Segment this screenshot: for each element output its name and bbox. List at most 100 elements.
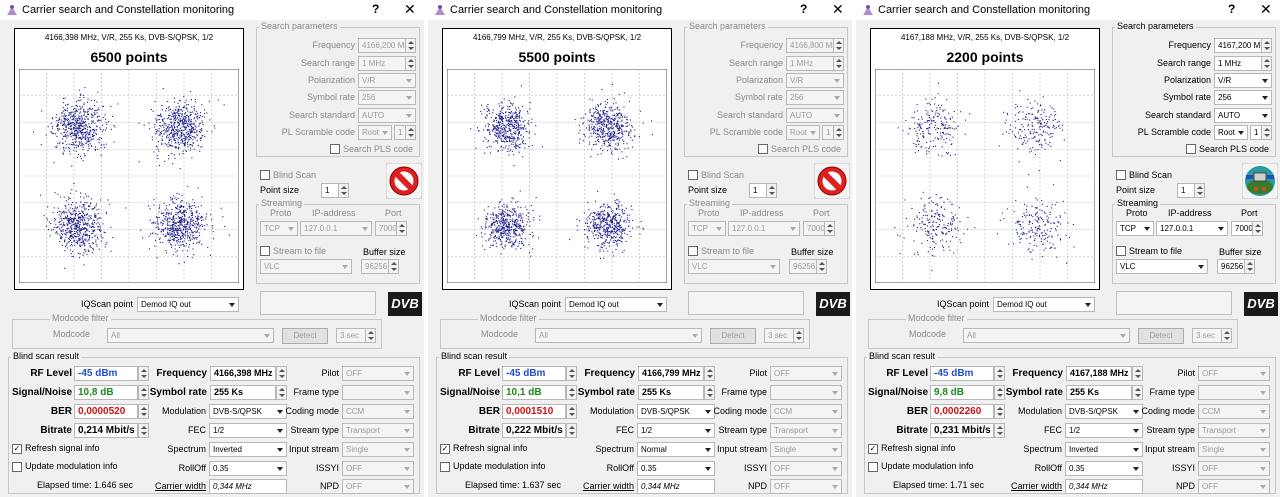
signal-noise-spin[interactable] — [566, 385, 577, 400]
frequency-spin[interactable] — [833, 38, 844, 53]
rf-level-spin[interactable] — [566, 366, 577, 381]
detect-time-field[interactable]: 3 sec — [336, 328, 366, 343]
stream-to-file-checkbox[interactable] — [688, 246, 698, 256]
frequency-result-spin[interactable] — [704, 366, 715, 381]
fec-select[interactable]: 1/2 — [209, 423, 287, 438]
search-pls-checkbox[interactable] — [330, 144, 340, 154]
bitrate-spin[interactable] — [138, 423, 149, 438]
modulation-select[interactable]: DVB-S/QPSK — [637, 404, 715, 419]
frequency-result-spin[interactable] — [276, 366, 287, 381]
issyi-select[interactable]: OFF — [770, 461, 842, 476]
pl-scramble-mode-select[interactable]: Root — [358, 125, 392, 140]
pl-scramble-spin[interactable] — [405, 125, 416, 140]
frequency-field[interactable]: 4166,800 MHz — [786, 38, 834, 53]
pilot-select[interactable]: OFF — [342, 366, 414, 381]
point-size-spin[interactable] — [338, 183, 349, 198]
detect-button[interactable]: Detect — [710, 328, 756, 344]
carrier-width-label[interactable]: Carrier width — [155, 481, 206, 491]
search-range-spin[interactable] — [833, 56, 844, 71]
close-button[interactable]: ✕ — [832, 1, 844, 18]
update-modulation-checkbox[interactable] — [12, 462, 22, 472]
bitrate-spin[interactable] — [566, 423, 577, 438]
buffer-size-field[interactable]: 96256 — [789, 259, 817, 274]
carrier-width-label[interactable]: Carrier width — [583, 481, 634, 491]
point-size-field[interactable]: 1 — [749, 183, 767, 198]
blind-scan-checkbox[interactable] — [688, 170, 698, 180]
pl-scramble-spin[interactable] — [833, 125, 844, 140]
modcode-select[interactable]: All — [535, 328, 702, 343]
pilot-select[interactable]: OFF — [770, 366, 842, 381]
buffer-size-spin[interactable] — [388, 259, 399, 274]
detect-button[interactable]: Detect — [282, 328, 328, 344]
help-button[interactable]: ? — [1228, 2, 1235, 16]
proto-select[interactable]: TCP — [260, 221, 298, 236]
stream-to-file-checkbox[interactable] — [260, 246, 270, 256]
input-stream-select[interactable]: Single — [342, 442, 414, 457]
frame-type-select[interactable] — [770, 385, 842, 400]
stream-type-select[interactable]: Transport — [342, 423, 414, 438]
rolloff-select[interactable]: 0.35 — [637, 461, 715, 476]
close-button[interactable]: ✕ — [1260, 1, 1272, 18]
polarization-select[interactable]: V/R — [786, 73, 844, 88]
ber-spin[interactable] — [566, 404, 577, 419]
ip-address-field[interactable]: 127.0.0.1 — [728, 221, 800, 236]
blind-scan-checkbox[interactable] — [260, 170, 270, 180]
symbol-rate-result-spin[interactable] — [276, 385, 287, 400]
search-range-field[interactable]: 1 MHz — [786, 56, 834, 71]
detect-time-spin[interactable] — [365, 328, 376, 343]
search-range-field[interactable]: 1 MHz — [358, 56, 406, 71]
iq-scan-select[interactable]: Demod IQ out — [565, 297, 667, 312]
coding-mode-select[interactable]: CCM — [342, 404, 414, 419]
search-standard-select[interactable]: AUTO — [358, 108, 416, 123]
proto-select[interactable]: TCP — [688, 221, 726, 236]
refresh-signal-checkbox[interactable]: ✓ — [440, 444, 450, 454]
issyi-select[interactable]: OFF — [342, 461, 414, 476]
help-button[interactable]: ? — [800, 2, 807, 16]
signal-noise-spin[interactable] — [138, 385, 149, 400]
port-field[interactable]: 7000 — [375, 221, 397, 236]
modcode-select[interactable]: All — [107, 328, 274, 343]
stop-icon[interactable] — [814, 163, 850, 199]
npd-select[interactable]: OFF — [770, 479, 842, 494]
search-standard-select[interactable]: AUTO — [786, 108, 844, 123]
symbol-rate-result-spin[interactable] — [704, 385, 715, 400]
spectrum-select[interactable]: Inverted — [209, 442, 287, 457]
buffer-size-field[interactable]: 96256 — [361, 259, 389, 274]
search-pls-checkbox[interactable] — [758, 144, 768, 154]
coding-mode-select[interactable]: CCM — [770, 404, 842, 419]
stream-type-select[interactable]: Transport — [770, 423, 842, 438]
point-size-spin[interactable] — [766, 183, 777, 198]
ip-address-field[interactable]: 127.0.0.1 — [300, 221, 372, 236]
iq-scan-select[interactable]: Demod IQ out — [137, 297, 239, 312]
ber-spin[interactable] — [138, 404, 149, 419]
player-select[interactable]: VLC — [260, 259, 352, 274]
port-spin[interactable] — [396, 221, 407, 236]
polarization-select[interactable]: V/R — [358, 73, 416, 88]
point-size-field[interactable]: 1 — [321, 183, 339, 198]
frame-type-select[interactable] — [342, 385, 414, 400]
modulation-select[interactable]: DVB-S/QPSK — [209, 404, 287, 419]
stop-icon[interactable] — [386, 163, 422, 199]
rf-level-spin[interactable] — [138, 366, 149, 381]
detect-time-spin[interactable] — [793, 328, 804, 343]
update-modulation-checkbox[interactable] — [440, 462, 450, 472]
help-button[interactable]: ? — [372, 2, 379, 16]
pl-scramble-mode-select[interactable]: Root — [786, 125, 820, 140]
npd-select[interactable]: OFF — [342, 479, 414, 494]
detect-time-field[interactable]: 3 sec — [764, 328, 794, 343]
symbol-rate-select[interactable]: 256 — [358, 90, 416, 105]
rolloff-select[interactable]: 0.35 — [209, 461, 287, 476]
spectrum-select[interactable]: Normal — [637, 442, 715, 457]
frequency-spin[interactable] — [405, 38, 416, 53]
buffer-size-spin[interactable] — [816, 259, 827, 274]
player-select[interactable]: VLC — [688, 259, 780, 274]
frequency-field[interactable]: 4166,200 MHz — [358, 38, 406, 53]
refresh-signal-checkbox[interactable]: ✓ — [12, 444, 22, 454]
port-spin[interactable] — [824, 221, 835, 236]
fec-select[interactable]: 1/2 — [637, 423, 715, 438]
symbol-rate-select[interactable]: 256 — [786, 90, 844, 105]
close-button[interactable]: ✕ — [404, 1, 416, 18]
input-stream-select[interactable]: Single — [770, 442, 842, 457]
search-range-spin[interactable] — [405, 56, 416, 71]
port-field[interactable]: 7000 — [803, 221, 825, 236]
